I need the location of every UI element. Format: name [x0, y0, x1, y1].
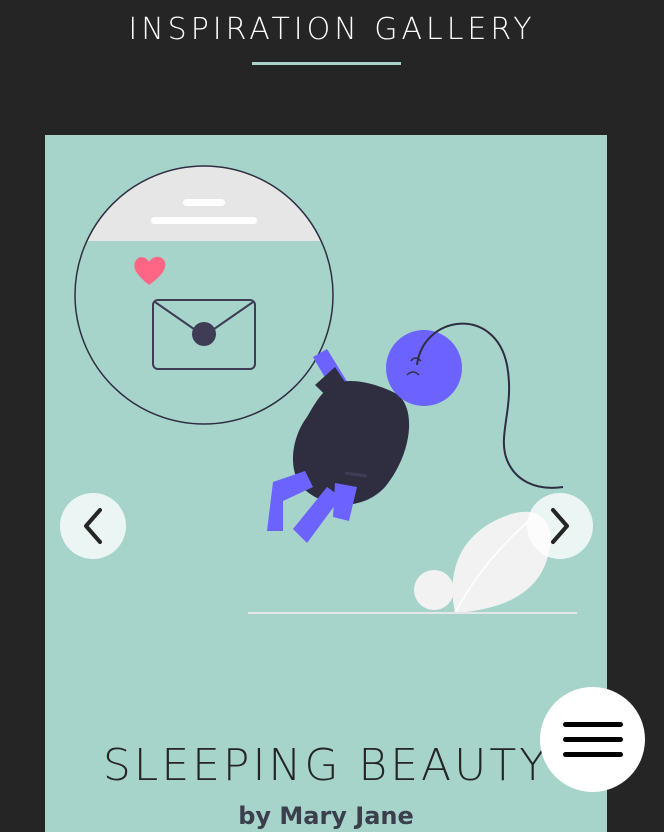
chevron-right-icon: [551, 508, 569, 544]
page-header: INSPIRATION GALLERY: [0, 0, 664, 80]
menu-button[interactable]: [540, 687, 645, 792]
artwork-author: by Mary Jane: [238, 802, 414, 830]
gallery-page: INSPIRATION GALLERY SLEEPING BEAUTY by M…: [0, 0, 664, 832]
next-button[interactable]: [527, 493, 593, 559]
title-underline: [252, 62, 401, 65]
hamburger-menu-icon: [562, 721, 623, 757]
gallery-card: SLEEPING BEAUTY by Mary Jane: [45, 135, 607, 832]
page-title: INSPIRATION GALLERY: [128, 12, 536, 47]
thought-bubble: [74, 165, 334, 425]
previous-button[interactable]: [60, 493, 126, 559]
sleeping-person-illustration: [74, 165, 577, 614]
artwork-title: SLEEPING BEAUTY: [102, 740, 550, 791]
chevron-left-icon: [84, 508, 102, 544]
